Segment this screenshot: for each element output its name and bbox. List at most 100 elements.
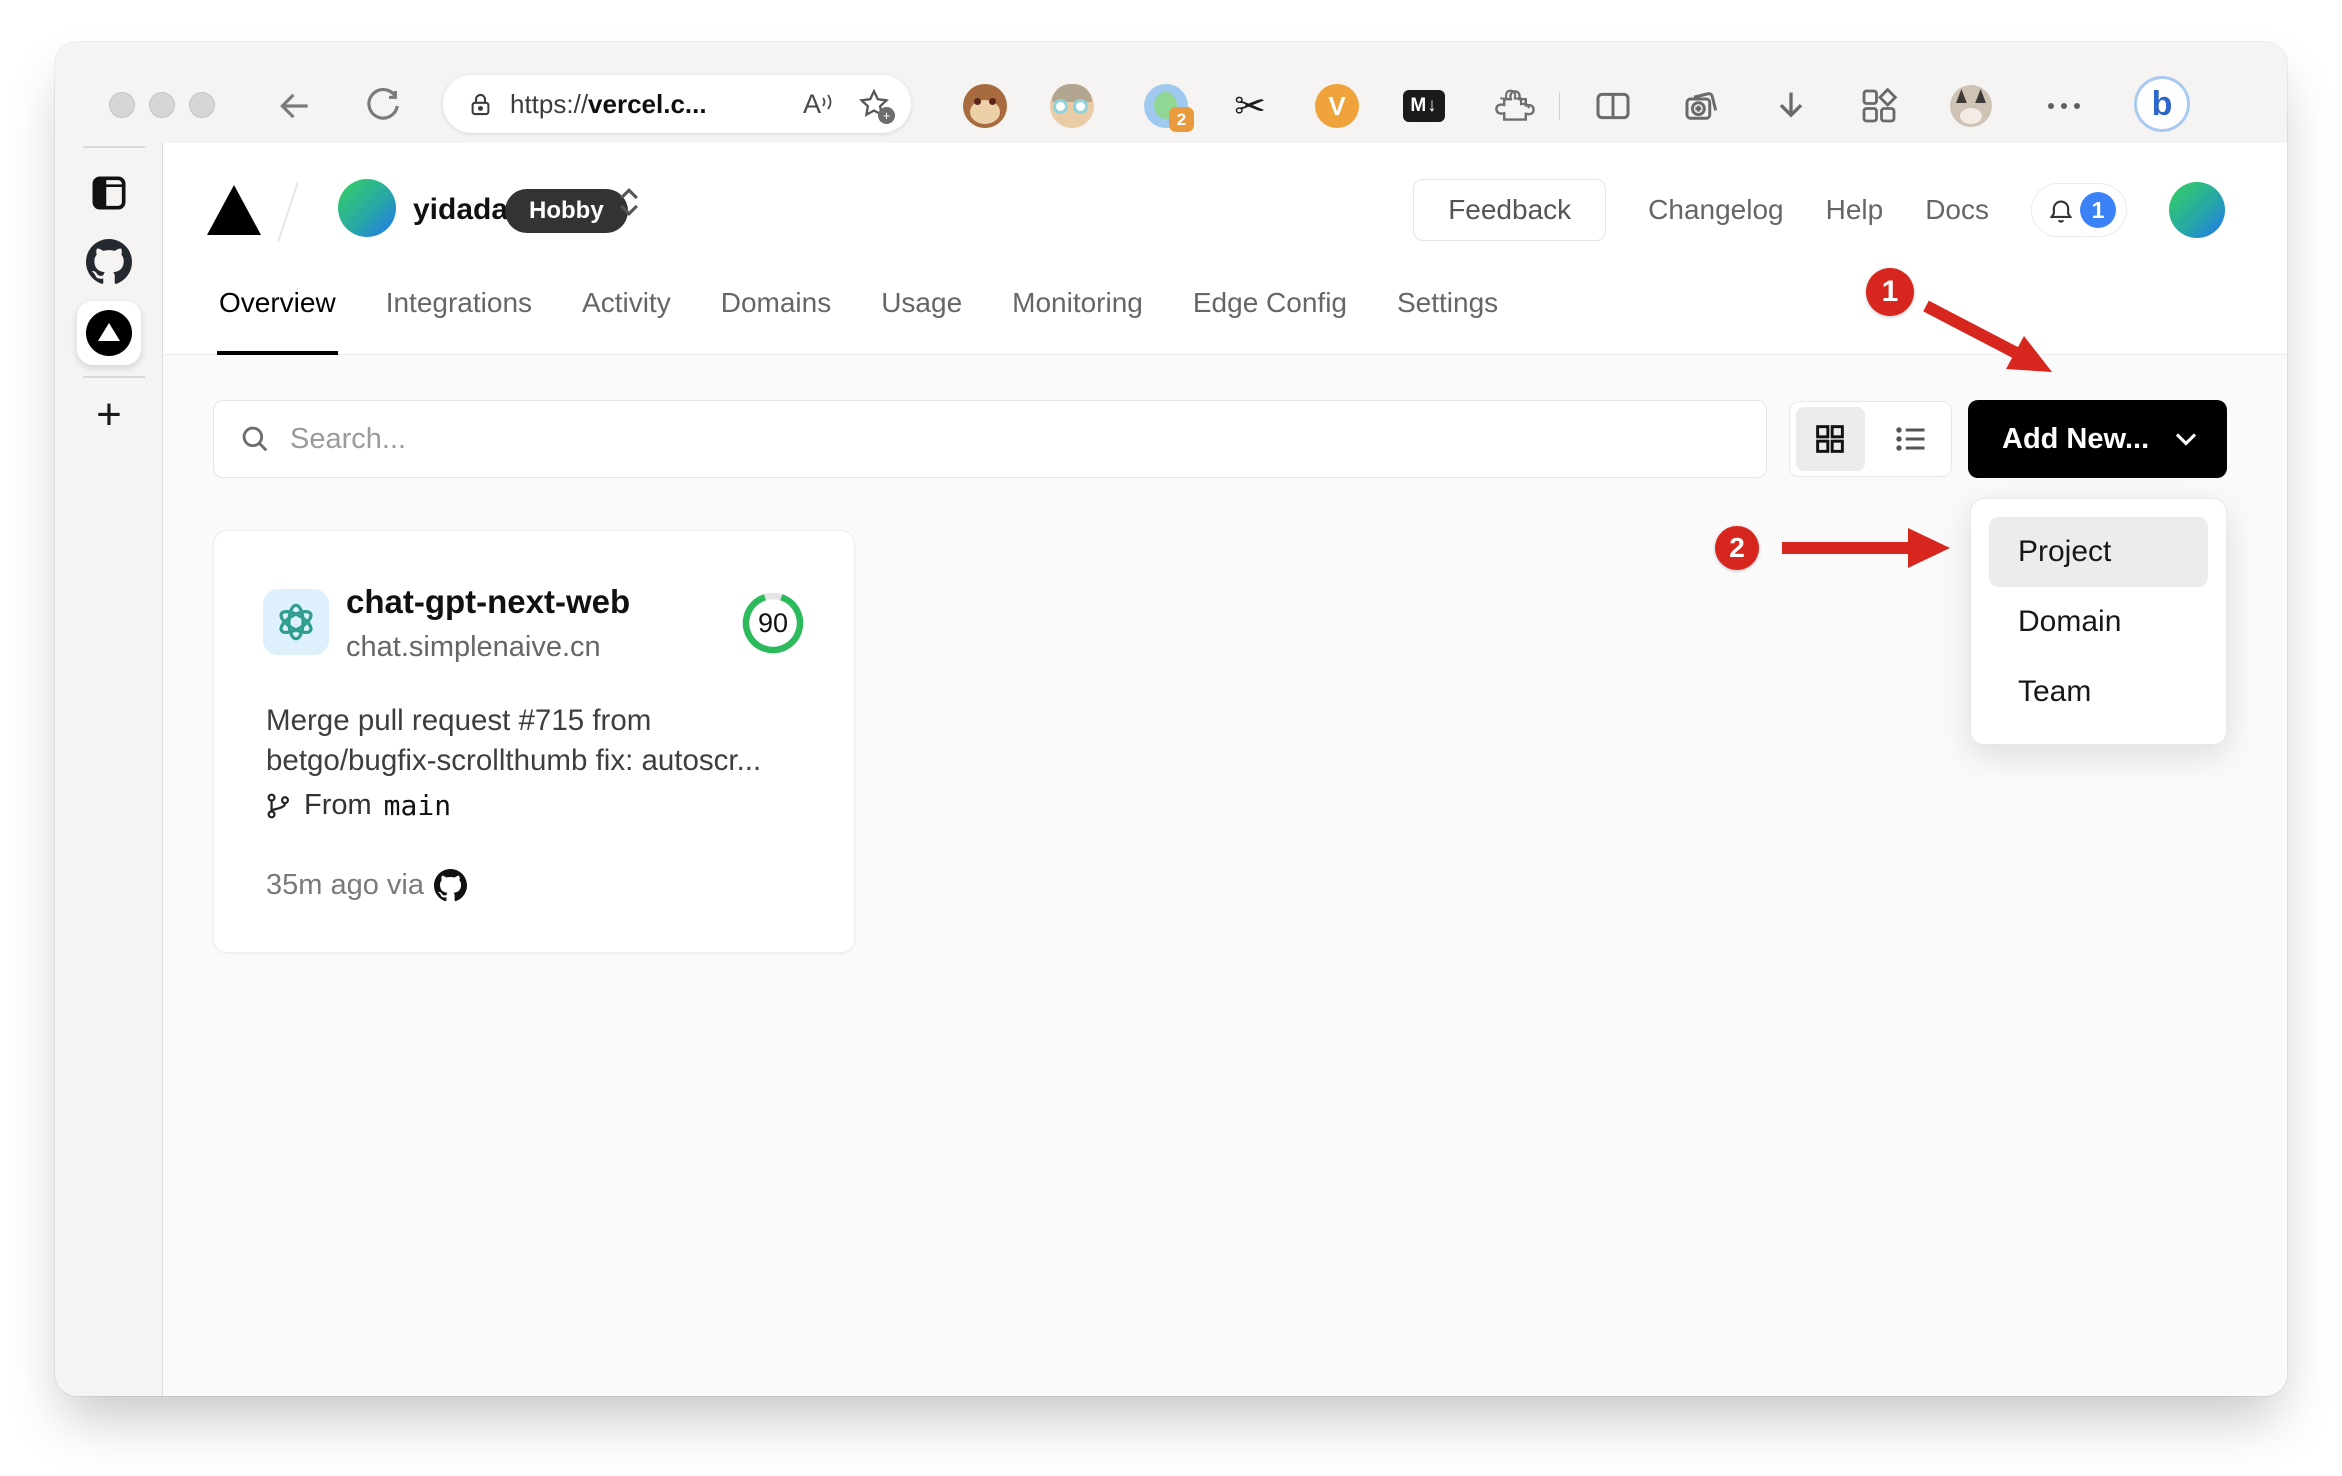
back-button[interactable] — [275, 86, 315, 126]
tab-settings[interactable]: Settings — [1395, 255, 1500, 355]
branch-label: From — [304, 789, 372, 821]
vercel-app-icon — [86, 310, 132, 356]
browser-profile-button[interactable] — [1949, 84, 1993, 128]
download-icon — [1779, 92, 1803, 118]
markdown-icon: M↓ — [1403, 90, 1445, 122]
cat-avatar — [1950, 85, 1992, 127]
dropdown-item-domain[interactable]: Domain — [1989, 587, 2208, 657]
tab-monitoring[interactable]: Monitoring — [1010, 255, 1145, 355]
project-icon-container — [263, 589, 329, 655]
extension-tampermonkey[interactable] — [963, 84, 1007, 128]
dropdown-item-project[interactable]: Project — [1989, 517, 2208, 587]
split-screen-button[interactable] — [1591, 84, 1635, 128]
user-avatar[interactable] — [2169, 182, 2225, 238]
team-switcher-button[interactable] — [615, 185, 643, 224]
score-ring: 90 — [740, 590, 806, 656]
tab-integrations[interactable]: Integrations — [384, 255, 534, 355]
browser-sidebar: + — [55, 143, 163, 1396]
reload-button[interactable] — [363, 86, 403, 126]
search-input[interactable] — [290, 422, 1742, 456]
branch-row: From main — [264, 789, 451, 822]
commit-line-1: Merge pull request #715 from — [266, 704, 652, 737]
commit-line-2: betgo/bugfix-scrollthumb fix: autoscr... — [266, 744, 762, 777]
screenshot-stage: https://vercel.c... A + 2 ✂ V M↓ b + yid… — [0, 0, 2342, 1476]
browser-window: https://vercel.c... A + 2 ✂ V M↓ b + yid… — [55, 42, 2287, 1396]
sidebar-item-github[interactable] — [55, 239, 163, 285]
address-bar[interactable]: https://vercel.c... A + — [443, 75, 911, 133]
sidebar-item-vercel-active[interactable] — [77, 301, 141, 365]
url-text: https://vercel.c... — [510, 89, 803, 120]
chevron-down-icon — [2175, 433, 2197, 446]
plan-badge: Hobby — [505, 189, 628, 233]
extension-translate[interactable] — [1050, 84, 1094, 128]
extension-clipper[interactable]: ✂ — [1228, 84, 1272, 128]
extension-markdown[interactable]: M↓ — [1402, 84, 1446, 128]
apps-grid-icon — [1862, 87, 1898, 123]
add-new-dropdown: Project Domain Team — [1970, 498, 2227, 745]
tab-activity[interactable]: Activity — [580, 255, 673, 355]
extension-badge: 2 — [1169, 107, 1194, 132]
apps-launcher-button[interactable] — [1857, 84, 1901, 128]
chevron-up-down-icon — [620, 188, 638, 216]
search-icon — [242, 426, 268, 452]
grid-view-button[interactable] — [1796, 407, 1865, 471]
notifications-button[interactable]: 1 — [2031, 183, 2127, 237]
extensions-menu-button[interactable] — [1493, 84, 1537, 128]
commit-message: Merge pull request #715 from betgo/bugfi… — [266, 701, 811, 781]
link-help[interactable]: Help — [1826, 194, 1884, 226]
tab-domains[interactable]: Domains — [719, 255, 833, 355]
breadcrumb-slash — [277, 182, 299, 242]
extension-proxy[interactable]: 2 — [1144, 84, 1194, 132]
dropdown-item-team[interactable]: Team — [1989, 657, 2208, 727]
traffic-light-zoom[interactable] — [189, 92, 215, 118]
lock-icon — [471, 93, 490, 115]
branch-name: main — [383, 789, 452, 822]
list-view-button[interactable] — [1877, 407, 1946, 471]
add-new-button[interactable]: Add New... — [1968, 400, 2227, 478]
v-circle-icon: V — [1315, 84, 1359, 128]
scissors-icon: ✂ — [1234, 85, 1266, 128]
split-screen-icon — [1596, 92, 1630, 120]
vercel-nav-tabs: Overview Integrations Activity Domains U… — [217, 255, 1500, 355]
traffic-light-close[interactable] — [109, 92, 135, 118]
notification-count-badge: 1 — [2080, 192, 2116, 228]
github-icon — [86, 239, 132, 284]
url-host: vercel.c... — [588, 88, 707, 119]
project-domain[interactable]: chat.simplenaive.cn — [346, 631, 601, 664]
bing-icon: b — [2151, 84, 2173, 123]
link-docs[interactable]: Docs — [1925, 194, 1989, 226]
collections-button[interactable] — [1679, 84, 1723, 128]
sound-waves-icon — [822, 93, 832, 110]
collections-icon — [1685, 92, 1718, 120]
favorite-button[interactable]: + — [857, 87, 895, 124]
bing-chat-button[interactable]: b — [2134, 76, 2190, 132]
tab-usage[interactable]: Usage — [879, 255, 964, 355]
traffic-light-minimize[interactable] — [149, 92, 175, 118]
sidebar-panel-button[interactable] — [55, 171, 163, 215]
downloads-button[interactable] — [1769, 84, 1813, 128]
deploy-time: 35m ago via — [266, 869, 424, 901]
link-changelog[interactable]: Changelog — [1648, 194, 1783, 226]
more-menu-button[interactable] — [2042, 84, 2086, 128]
add-new-label: Add New... — [2002, 422, 2150, 455]
project-card[interactable]: chat-gpt-next-web chat.simplenaive.cn 90… — [213, 530, 855, 953]
browser-toolbar: https://vercel.c... A + 2 ✂ V M↓ b — [55, 42, 2287, 143]
search-box[interactable] — [213, 400, 1767, 478]
read-aloud-button[interactable]: A — [803, 89, 835, 120]
vercel-header: yidadaa Hobby Feedback Changelog Help Do… — [163, 143, 2287, 355]
extension-v2ex[interactable]: V — [1315, 84, 1359, 128]
team-avatar[interactable] — [338, 179, 396, 237]
sidebar-top-divider — [83, 146, 145, 148]
grid-view-icon — [1816, 425, 1845, 453]
feedback-button[interactable]: Feedback — [1413, 179, 1607, 241]
sidebar-add-button[interactable]: + — [55, 393, 163, 437]
tab-edge-config[interactable]: Edge Config — [1191, 255, 1349, 355]
vercel-logo[interactable] — [207, 185, 261, 235]
ellipsis-icon — [2048, 103, 2080, 109]
project-name[interactable]: chat-gpt-next-web — [346, 583, 630, 621]
score-value: 90 — [757, 607, 789, 638]
tab-overview[interactable]: Overview — [217, 255, 338, 355]
sidebar-divider — [83, 376, 145, 378]
git-branch-icon — [267, 793, 290, 818]
monkey-icon — [963, 84, 1007, 128]
